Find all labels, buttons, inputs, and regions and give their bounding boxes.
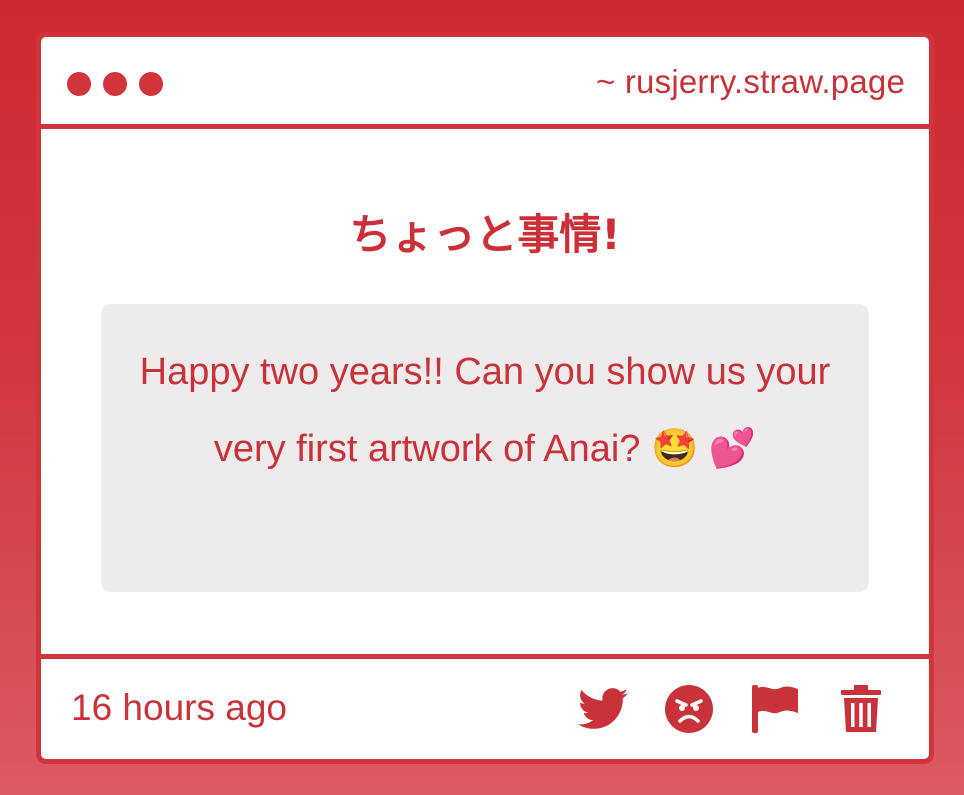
post-content: ちょっと事情! Happy two years!! Can you show u… [41,129,929,654]
site-url[interactable]: ~ rusjerry.straw.page [596,63,905,101]
post-footer: 16 hours ago [41,654,929,759]
flag-icon [752,685,798,733]
delete-button[interactable] [835,683,887,735]
timestamp: 16 hours ago [71,687,288,728]
trash-icon [841,685,881,732]
post-card: ~ rusjerry.straw.page ちょっと事情! Happy two … [36,32,934,764]
twitter-bird-icon [578,688,628,729]
angry-face-icon [665,685,713,733]
post-title: ちょっと事情! [349,210,621,259]
window-dot [103,72,127,96]
window-dot [139,72,163,96]
angry-react-button[interactable] [663,683,715,735]
report-button[interactable] [749,683,801,735]
message-box: Happy two years!! Can you show us your v… [101,304,869,592]
twitter-share-button[interactable] [577,683,629,735]
window-titlebar: ~ rusjerry.straw.page [41,37,929,129]
window-dots [67,72,163,96]
action-bar [577,683,887,735]
message-text: Happy two years!! Can you show us your v… [139,351,831,470]
window-dot [67,72,91,96]
